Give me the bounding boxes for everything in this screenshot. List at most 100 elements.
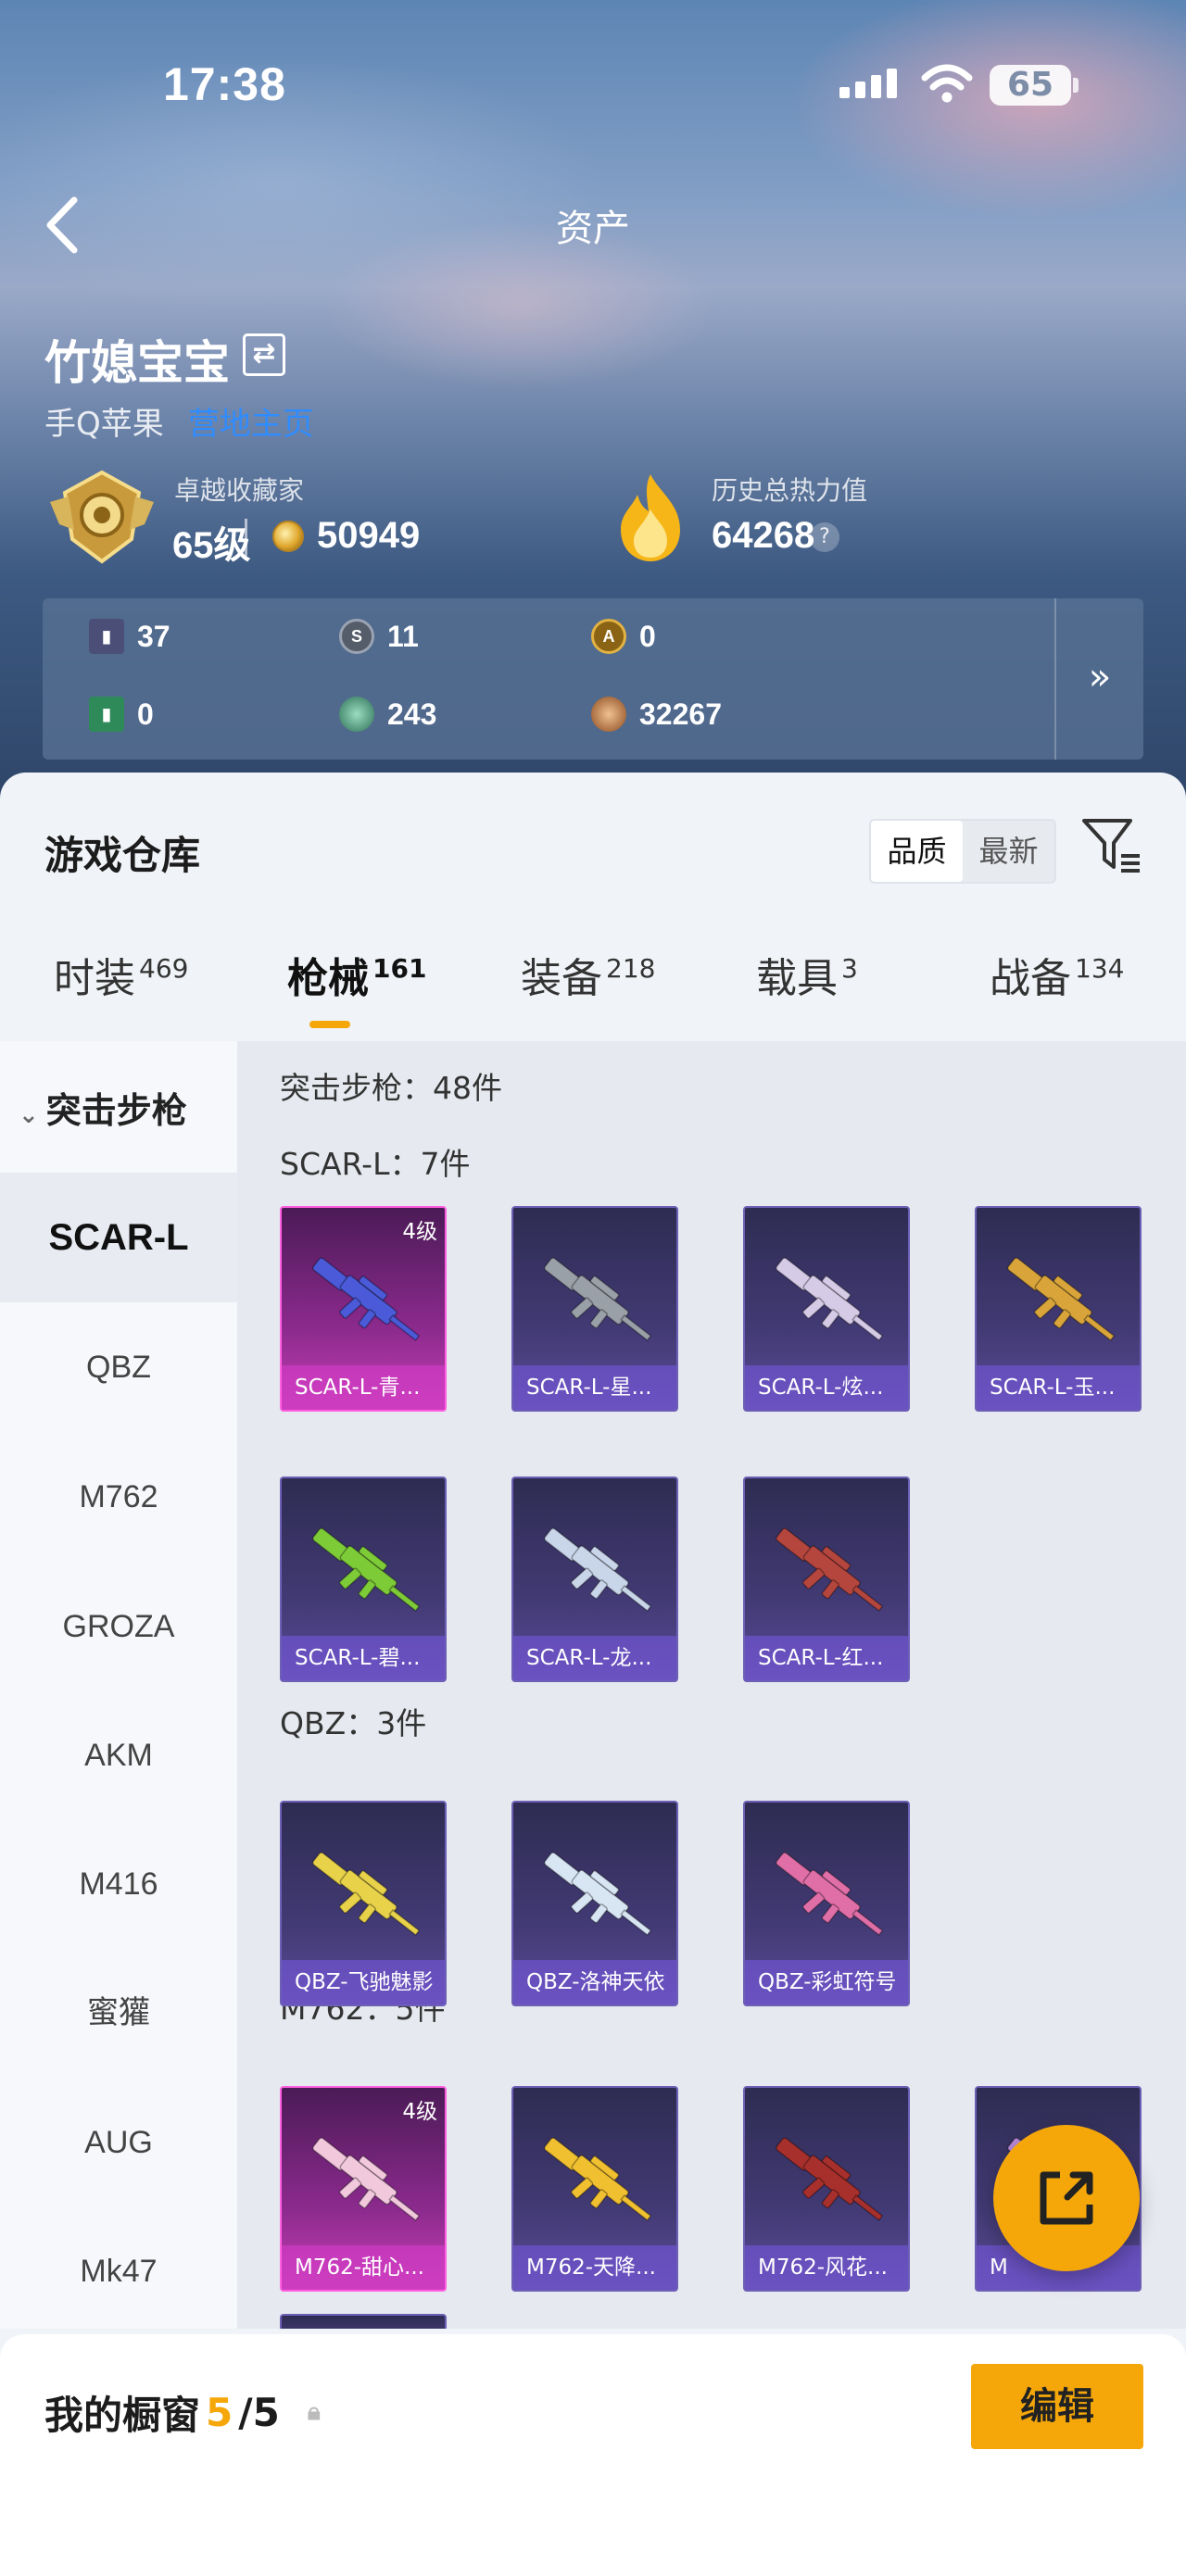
rifle-icon: [543, 1527, 652, 1612]
weapon-name: QBZ-洛神天依: [513, 1960, 676, 2004]
coin-icon: [272, 521, 304, 552]
bronze-coin-icon: [591, 697, 626, 732]
level-badge: 4级: [402, 1220, 437, 1244]
collector-label: 卓越收藏家: [174, 475, 305, 506]
card-icon: ▮: [89, 619, 124, 654]
sidebar-item-akm[interactable]: AKM: [0, 1716, 237, 1794]
camp-homepage-link[interactable]: 营地主页: [188, 406, 314, 443]
showcase-current: 5: [206, 2390, 233, 2435]
collector-medal-icon: [50, 470, 154, 564]
weapon-name: SCAR-L-红...: [745, 1636, 908, 1680]
resource-more-button[interactable]: »: [1054, 598, 1143, 760]
page-title: 资产: [556, 207, 630, 250]
chevron-down-icon: ⌄: [19, 1101, 39, 1129]
weapon-name: QBZ-飞驰魅影: [282, 1960, 445, 2004]
rifle-icon: [775, 1257, 884, 1341]
sidebar-item-m416[interactable]: M416: [0, 1845, 237, 1923]
back-icon[interactable]: [41, 195, 83, 256]
weapon-name: M762-甜心...: [282, 2245, 445, 2290]
showcase-label: 我的橱窗 5/5 🔒︎: [44, 2390, 321, 2438]
tab-supplies[interactable]: 战备 134: [990, 945, 1124, 1004]
switch-account-icon[interactable]: ⇄: [243, 333, 285, 376]
rifle-icon: [775, 1852, 884, 1936]
a-token-icon: A: [591, 619, 626, 654]
sort-toggle[interactable]: 品质 最新: [869, 819, 1056, 884]
weapon-name: SCAR-L-龙...: [513, 1636, 676, 1680]
user-name: 竹媳宝宝: [44, 336, 230, 390]
weapon-card[interactable]: SCAR-L-红...: [743, 1476, 910, 1682]
sidebar-item-qbz[interactable]: QBZ: [0, 1328, 237, 1406]
tab-weapons[interactable]: 枪械 161: [287, 945, 426, 1004]
rifle-icon: [1006, 1257, 1116, 1341]
sort-latest[interactable]: 最新: [963, 821, 1054, 882]
status-time: 17:38: [163, 58, 286, 110]
active-tab-indicator: [309, 1021, 350, 1028]
s-token-icon: S: [339, 619, 374, 654]
coin-count: 50949: [317, 515, 421, 556]
showcase-total: /5: [238, 2390, 280, 2435]
signal-icon: [839, 67, 899, 98]
weapon-card[interactable]: M762-天降...: [511, 2086, 678, 2292]
rifle-icon: [311, 1852, 421, 1936]
weapon-card[interactable]: SCAR-L-碧...: [280, 1476, 447, 1682]
collector-level: 65级: [172, 525, 251, 566]
rifle-icon: [543, 2137, 652, 2221]
share-icon: [1040, 2171, 1093, 2225]
resource-panel[interactable]: ▮ 37 S 11 A0 ▮ 0 243 32267 »: [43, 598, 1143, 760]
warehouse-title: 游戏仓库: [44, 833, 201, 878]
sidebar-item-mk47[interactable]: Mk47: [0, 2232, 237, 2310]
stat-item: 32267: [591, 697, 722, 732]
stat-item: 243: [339, 697, 436, 732]
sidebar-item-m762[interactable]: M762: [0, 1458, 237, 1536]
weapon-name: SCAR-L-碧...: [282, 1636, 445, 1680]
sort-quality[interactable]: 品质: [871, 821, 963, 882]
weapon-card[interactable]: QBZ-洛神天依: [511, 1801, 678, 2006]
tab-fashion[interactable]: 时装 469: [54, 945, 188, 1004]
filter-icon[interactable]: [1080, 815, 1142, 876]
weapon-card[interactable]: QBZ-飞驰魅影: [280, 1801, 447, 2006]
sidebar-item-scar-l[interactable]: SCAR-L: [0, 1173, 237, 1302]
group-header: SCAR-L：7件: [280, 1146, 471, 1182]
weapon-card[interactable]: 4级 M762-甜心...: [280, 2086, 447, 2292]
weapon-card[interactable]: SCAR-L-星...: [511, 1206, 678, 1412]
edit-button[interactable]: 编辑: [971, 2364, 1143, 2449]
weapon-name: SCAR-L-青...: [282, 1365, 445, 1410]
weapon-card-partial[interactable]: [280, 2314, 447, 2329]
weapon-name: SCAR-L-炫...: [745, 1365, 908, 1410]
weapon-name: QBZ-彩虹符号: [745, 1960, 908, 2004]
weapon-card[interactable]: SCAR-L-玉...: [975, 1206, 1142, 1412]
platform-line: 手Q苹果 营地主页: [44, 398, 314, 444]
sidebar-item-groza[interactable]: GROZA: [0, 1588, 237, 1665]
level-badge: 4级: [402, 2100, 437, 2124]
weapon-card[interactable]: 4级 SCAR-L-青...: [280, 1206, 447, 1412]
wifi-icon: [921, 64, 973, 103]
help-icon[interactable]: ?: [810, 522, 839, 552]
category-count: 突击步枪：48件: [280, 1070, 502, 1106]
tab-vehicles[interactable]: 载具 3: [756, 945, 858, 1004]
weapon-card[interactable]: SCAR-L-炫...: [743, 1206, 910, 1412]
weapon-card[interactable]: QBZ-彩虹符号: [743, 1801, 910, 2006]
tab-equipment[interactable]: 装备 218: [521, 945, 655, 1004]
stat-item: ▮ 0: [89, 697, 154, 732]
rifle-icon: [311, 1527, 421, 1612]
weapon-name: M762-风花...: [745, 2245, 908, 2290]
battery-cap: [1073, 78, 1079, 93]
rifle-icon: [311, 2137, 421, 2221]
sidebar-item-aug[interactable]: AUG: [0, 2104, 237, 2181]
category-selector[interactable]: ⌄ 突击步枪: [19, 1082, 187, 1133]
share-button[interactable]: [993, 2125, 1140, 2271]
group-header: QBZ：3件: [280, 1705, 427, 1741]
weapon-card[interactable]: SCAR-L-龙...: [511, 1476, 678, 1682]
rifle-icon: [311, 1257, 421, 1341]
weapon-name: SCAR-L-星...: [513, 1365, 676, 1410]
rifle-icon: [775, 2137, 884, 2221]
weapon-card[interactable]: M762-风花...: [743, 2086, 910, 2292]
weapon-name: SCAR-L-玉...: [977, 1365, 1140, 1410]
weapon-name: M762-天降...: [513, 2245, 676, 2290]
battery-icon: 65: [990, 65, 1071, 106]
platform-label: 手Q苹果: [44, 406, 164, 443]
sidebar-item-honey-badger[interactable]: 蜜獾: [0, 1974, 237, 2052]
divider: [245, 519, 247, 556]
green-card-icon: ▮: [89, 697, 124, 732]
rifle-icon: [543, 1257, 652, 1341]
